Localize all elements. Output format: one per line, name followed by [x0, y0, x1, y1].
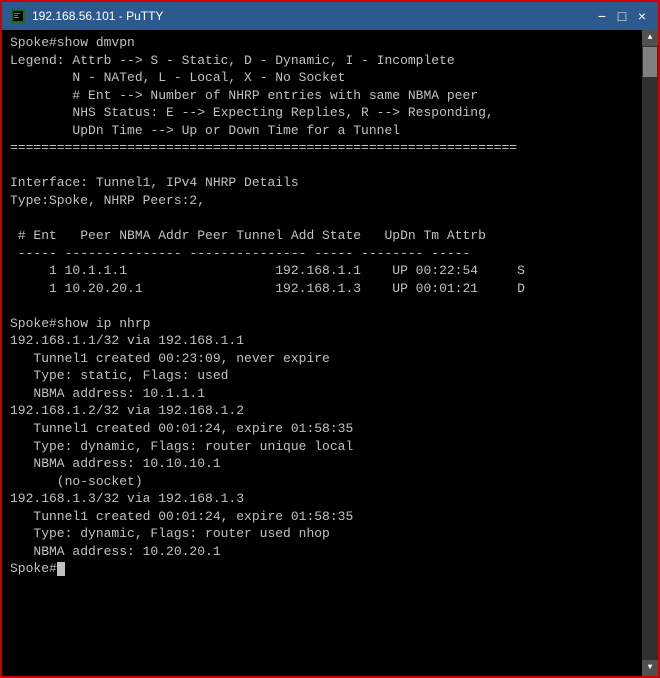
scrollbar[interactable]: ▲ ▼: [642, 30, 658, 676]
minimize-button[interactable]: −: [594, 8, 610, 24]
terminal-output[interactable]: Spoke#show dmvpn Legend: Attrb --> S - S…: [2, 30, 658, 676]
cursor: [57, 562, 65, 576]
putty-icon: [10, 8, 26, 24]
window-controls: − □ ×: [594, 8, 650, 24]
title-bar: 192.168.56.101 - PuTTY − □ ×: [2, 2, 658, 30]
putty-window: 192.168.56.101 - PuTTY − □ × Spoke#show …: [0, 0, 660, 678]
terminal-text: Spoke#show dmvpn Legend: Attrb --> S - S…: [10, 34, 638, 578]
scroll-down-arrow[interactable]: ▼: [642, 660, 658, 676]
scroll-up-arrow[interactable]: ▲: [642, 30, 658, 46]
scrollbar-thumb[interactable]: [643, 47, 657, 77]
scrollbar-track: [643, 46, 657, 660]
window-title: 192.168.56.101 - PuTTY: [32, 9, 594, 23]
maximize-button[interactable]: □: [614, 8, 630, 24]
close-button[interactable]: ×: [634, 8, 650, 24]
